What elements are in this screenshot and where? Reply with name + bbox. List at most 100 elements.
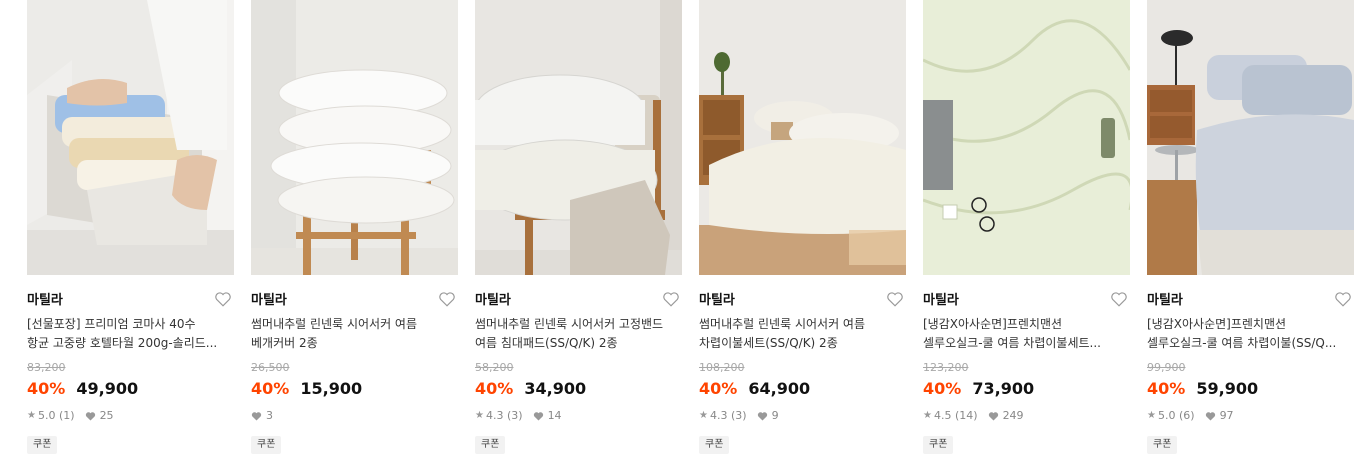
wishlist-heart-icon[interactable] [662, 290, 680, 308]
product-title-line[interactable]: [냉감X아사순면]프렌치맨션 [1147, 315, 1354, 334]
sale-price: 15,900 [300, 379, 363, 398]
discount-rate: 40% [27, 379, 66, 398]
like-heart-icon [85, 412, 95, 421]
original-price: 58,200 [475, 361, 514, 374]
star-icon: ★ [923, 410, 932, 421]
review-count: (1) [58, 409, 75, 422]
product-title[interactable]: [냉감X아사순면]프렌치맨션 셀루오실크-쿨 여름 차렵이불세트... [923, 315, 1130, 353]
coupon-badge: 쿠폰 [699, 436, 730, 454]
product-card[interactable]: 마틸라 [선물포장] 프리미엄 코마사 40수 항균 고중량 호텔타월 200g… [27, 0, 234, 454]
star-icon: ★ [475, 410, 484, 421]
product-image[interactable] [923, 0, 1130, 275]
sale-price: 34,900 [524, 379, 587, 398]
price-row: 40% 49,900 [27, 378, 234, 400]
rating: ★ 4.3 (3) [699, 409, 747, 423]
rating-value: 5.0 [37, 409, 56, 422]
likes: 9 [757, 409, 779, 423]
product-meta: ★ 4.3 (3) 14 [475, 409, 682, 423]
rating: ★ 4.3 (3) [475, 409, 523, 423]
review-count: (3) [506, 409, 523, 422]
wishlist-heart-icon[interactable] [214, 290, 232, 308]
product-title-line[interactable]: 차렵이불세트(SS/Q/K) 2종 [699, 334, 906, 353]
product-title-line[interactable]: 썸머내추럴 린넨룩 시어서커 여름 [251, 315, 458, 334]
brand-name[interactable]: 마틸라 [923, 293, 959, 308]
product-image[interactable] [27, 0, 234, 275]
product-card[interactable]: 마틸라 [냉감X아사순면]프렌치맨션 셀루오실크-쿨 여름 차렵이불세트... … [923, 0, 1130, 454]
product-title[interactable]: [냉감X아사순면]프렌치맨션 셀루오실크-쿨 여름 차렵이불(SS/Q... [1147, 315, 1354, 353]
product-meta: ★ 4.3 (3) 9 [699, 409, 906, 423]
review-count: (6) [1178, 409, 1195, 422]
sale-price: 49,900 [76, 379, 139, 398]
star-icon: ★ [1147, 410, 1156, 421]
like-count: 249 [1002, 409, 1024, 422]
product-title[interactable]: 썸머내추럴 린넨룩 시어서커 고정밴드 여름 침대패드(SS/Q/K) 2종 [475, 315, 682, 353]
likes: 3 [251, 409, 273, 423]
brand-name[interactable]: 마틸라 [1147, 293, 1183, 308]
product-title[interactable]: 썸머내추럴 린넨룩 시어서커 여름 베개커버 2종 [251, 315, 458, 353]
sale-price: 73,900 [972, 379, 1035, 398]
product-title-line[interactable]: 여름 침대패드(SS/Q/K) 2종 [475, 334, 682, 353]
coupon-badge: 쿠폰 [475, 436, 506, 454]
product-image[interactable] [251, 0, 458, 275]
rating: ★ 5.0 (1) [27, 409, 75, 423]
product-card[interactable]: 마틸라 [냉감X아사순면]프렌치맨션 셀루오실크-쿨 여름 차렵이불(SS/Q.… [1147, 0, 1354, 454]
likes: 97 [1205, 409, 1234, 423]
product-image[interactable] [475, 0, 682, 275]
wishlist-heart-icon[interactable] [438, 290, 456, 308]
discount-rate: 40% [699, 379, 738, 398]
product-title-line[interactable]: [냉감X아사순면]프렌치맨션 [923, 315, 1130, 334]
product-title-line[interactable]: 썸머내추럴 린넨룩 시어서커 여름 [699, 315, 906, 334]
product-title-line[interactable]: 항균 고중량 호텔타월 200g-솔리드... [27, 334, 234, 353]
like-heart-icon [251, 412, 262, 421]
like-count: 3 [266, 409, 273, 422]
price-row: 40% 34,900 [475, 378, 682, 400]
brand-name[interactable]: 마틸라 [475, 293, 511, 308]
coupon-badge: 쿠폰 [923, 436, 954, 454]
product-meta: ★ 5.0 (1) 25 [27, 409, 234, 423]
sale-price: 59,900 [1196, 379, 1259, 398]
product-title-line[interactable]: [선물포장] 프리미엄 코마사 40수 [27, 315, 234, 334]
original-price: 99,900 [1147, 361, 1186, 374]
brand-name[interactable]: 마틸라 [27, 293, 63, 308]
price-row: 40% 73,900 [923, 378, 1130, 400]
like-heart-icon [757, 412, 767, 421]
star-icon: ★ [27, 410, 36, 421]
wishlist-heart-icon[interactable] [1110, 290, 1128, 308]
brand-name[interactable]: 마틸라 [251, 293, 287, 308]
sale-price: 64,900 [748, 379, 811, 398]
product-card[interactable]: 마틸라 썸머내추럴 린넨룩 시어서커 여름 베개커버 2종 26,500 40%… [251, 0, 458, 454]
rating-value: 4.3 [709, 409, 728, 422]
product-title-line[interactable]: 셀루오실크-쿨 여름 차렵이불(SS/Q... [1147, 334, 1354, 353]
review-count: (3) [730, 409, 747, 422]
original-price: 108,200 [699, 361, 745, 374]
discount-rate: 40% [1147, 379, 1186, 398]
product-image[interactable] [699, 0, 906, 275]
product-image[interactable] [1147, 0, 1354, 275]
wishlist-heart-icon[interactable] [886, 290, 904, 308]
product-title-line[interactable]: 셀루오실크-쿨 여름 차렵이불세트... [923, 334, 1130, 353]
likes: 25 [85, 409, 114, 423]
like-count: 97 [1219, 409, 1234, 422]
likes: 14 [533, 409, 562, 423]
product-title-line[interactable]: 베개커버 2종 [251, 334, 458, 353]
product-card[interactable]: 마틸라 썸머내추럴 린넨룩 시어서커 여름 차렵이불세트(SS/Q/K) 2종 … [699, 0, 906, 454]
product-grid: 마틸라 [선물포장] 프리미엄 코마사 40수 항균 고중량 호텔타월 200g… [0, 0, 1354, 462]
original-price: 123,200 [923, 361, 969, 374]
product-title[interactable]: 썸머내추럴 린넨룩 시어서커 여름 차렵이불세트(SS/Q/K) 2종 [699, 315, 906, 353]
wishlist-heart-icon[interactable] [1334, 290, 1352, 308]
price-row: 40% 15,900 [251, 378, 458, 400]
original-price: 26,500 [251, 361, 290, 374]
like-heart-icon [988, 412, 998, 421]
like-heart-icon [1205, 412, 1215, 421]
rating-value: 5.0 [1157, 409, 1176, 422]
rating-value: 4.5 [933, 409, 952, 422]
original-price: 83,200 [27, 361, 66, 374]
product-card[interactable]: 마틸라 썸머내추럴 린넨룩 시어서커 고정밴드 여름 침대패드(SS/Q/K) … [475, 0, 682, 454]
star-icon: ★ [699, 410, 708, 421]
product-title[interactable]: [선물포장] 프리미엄 코마사 40수 항균 고중량 호텔타월 200g-솔리드… [27, 315, 234, 353]
coupon-badge: 쿠폰 [251, 436, 282, 454]
brand-name[interactable]: 마틸라 [699, 293, 735, 308]
rating: ★ 5.0 (6) [1147, 409, 1195, 423]
product-title-line[interactable]: 썸머내추럴 린넨룩 시어서커 고정밴드 [475, 315, 682, 334]
price-row: 40% 64,900 [699, 378, 906, 400]
